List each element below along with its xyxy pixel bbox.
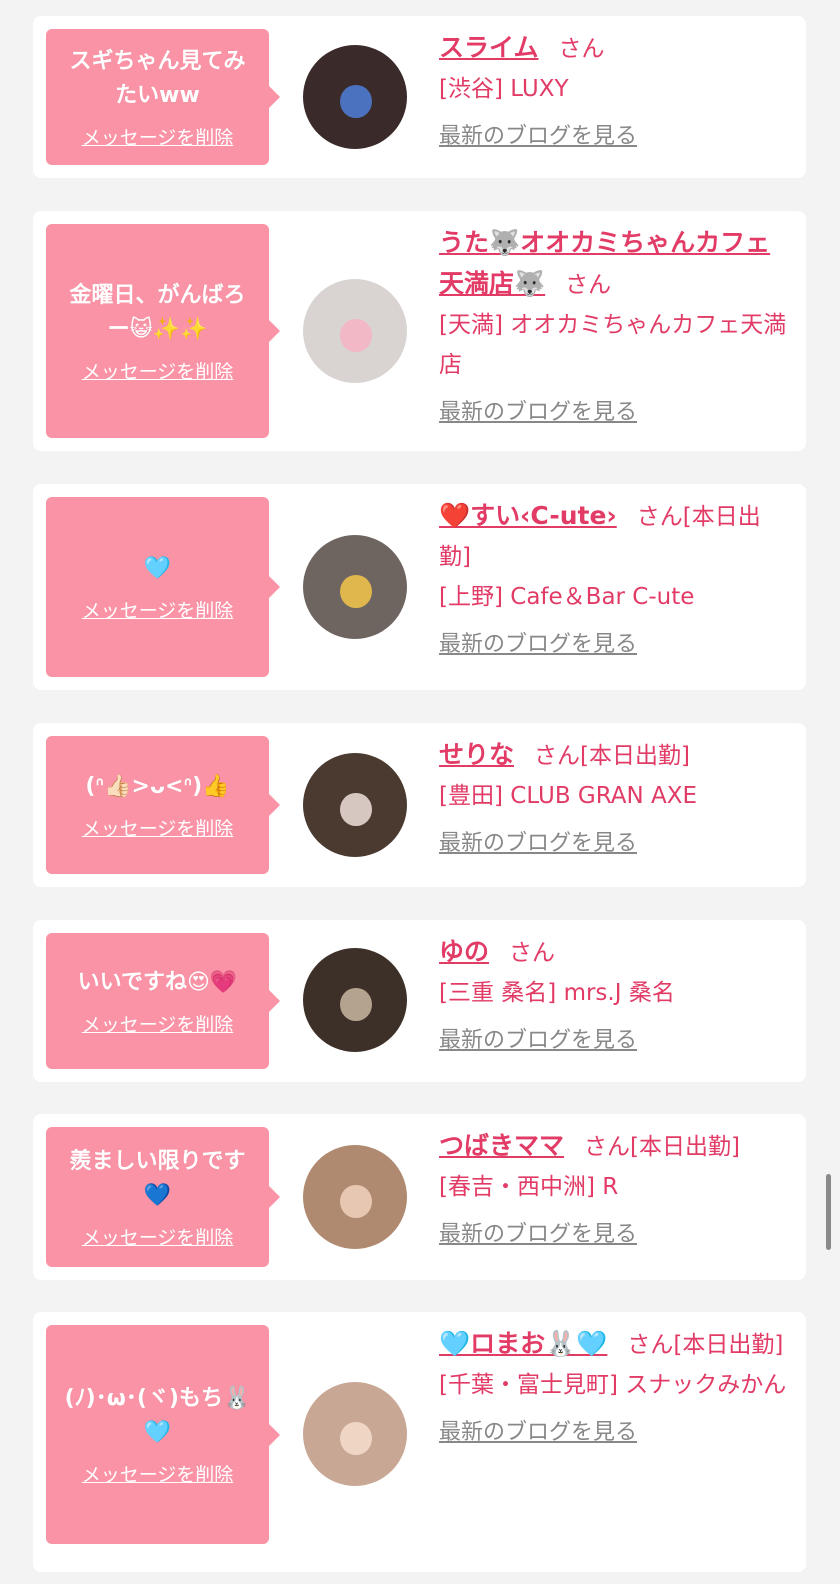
profile-info: せりな さん[本日出勤] [豊田] CLUB GRAN AXE 最新のブログを見る: [439, 735, 791, 864]
message-bubble: 金曜日、がんばろ ー😺✨✨ メッセージを削除: [46, 224, 280, 438]
shop-label: [春吉・西中洲] R: [439, 1174, 619, 1200]
message-bubble: (ᐢ👍🏻>ᴗ<ᐢ)👍 メッセージを削除: [46, 736, 280, 874]
avatar-photo: [340, 1421, 372, 1455]
latest-blog-link[interactable]: 最新のブログを見る: [439, 393, 791, 433]
honorific: さん: [565, 272, 612, 298]
message-bubble: 羨ましい限りです 💙 メッセージを削除: [46, 1127, 280, 1267]
profile-info: ❤️すい‹C-ute› さん[本日出勤] [上野] Cafe＆Bar C-ute …: [439, 496, 791, 665]
list-item: 羨ましい限りです 💙 メッセージを削除 つばきママ さん[本日出勤] [春吉・西中…: [33, 1114, 806, 1280]
profile-info: スライム さん [渋谷] LUXY 最新のブログを見る: [439, 28, 791, 157]
list-item: (ᐢ👍🏻>ᴗ<ᐢ)👍 メッセージを削除 せりな さん[本日出勤] [豊田] CLU…: [33, 723, 806, 887]
honorific: さん[本日出勤]: [627, 1332, 784, 1358]
profile-name-link[interactable]: せりな: [439, 740, 514, 769]
profile-info: うた🐺オオカミちゃんカフェ天満店🐺 さん [天満] オオカミちゃんカフェ天満店 最…: [439, 223, 791, 433]
message-text: いいですね😍💗: [77, 969, 238, 995]
avatar[interactable]: [303, 753, 407, 857]
latest-blog-link[interactable]: 最新のブログを見る: [439, 1413, 791, 1453]
latest-blog-link[interactable]: 最新のブログを見る: [439, 625, 791, 665]
avatar[interactable]: [303, 535, 407, 639]
avatar[interactable]: [303, 1145, 407, 1249]
avatar[interactable]: [303, 279, 407, 383]
message-bubble: (ﾉ)･ω･(ヾ)もち🐰 🩵 メッセージを削除: [46, 1325, 280, 1544]
avatar[interactable]: [303, 1382, 407, 1486]
latest-blog-link[interactable]: 最新のブログを見る: [439, 1215, 791, 1255]
profile-name-link[interactable]: ❤️すい‹C-ute›: [439, 501, 617, 530]
profile-info: 🩵ロまお🐰🩵 さん[本日出勤] [千葉・富士見町] スナックみかん 最新のブログを…: [439, 1324, 791, 1453]
avatar-photo: [340, 318, 372, 352]
shop-label: [三重 桑名] mrs.J 桑名: [439, 980, 675, 1006]
latest-blog-link[interactable]: 最新のブログを見る: [439, 1021, 791, 1061]
list-item: (ﾉ)･ω･(ヾ)もち🐰 🩵 メッセージを削除 🩵ロまお🐰🩵 さん[本日出勤] […: [33, 1312, 806, 1572]
message-text: (ᐢ👍🏻>ᴗ<ᐢ)👍: [85, 773, 230, 799]
honorific: さん[本日出勤]: [534, 743, 690, 769]
profile-name-link[interactable]: つばきママ: [439, 1131, 564, 1160]
message-text: スギちゃん見てみ たいww: [69, 48, 246, 108]
message-bubble: 🩵 メッセージを削除: [46, 497, 280, 677]
delete-message-link[interactable]: メッセージを削除: [82, 1460, 234, 1487]
message-bubble: スギちゃん見てみ たいww メッセージを削除: [46, 29, 280, 165]
delete-message-link[interactable]: メッセージを削除: [82, 123, 234, 150]
message-text: (ﾉ)･ω･(ヾ)もち🐰 🩵: [64, 1386, 251, 1445]
profile-info: つばきママ さん[本日出勤] [春吉・西中洲] R 最新のブログを見る: [439, 1126, 791, 1255]
message-text: 金曜日、がんばろ ー😺✨✨: [69, 282, 246, 342]
list-item: スギちゃん見てみ たいww メッセージを削除 スライム さん [渋谷] LUXY …: [33, 16, 806, 178]
shop-label: [渋谷] LUXY: [439, 76, 569, 102]
avatar-photo: [340, 574, 372, 608]
honorific: さん[本日出勤]: [584, 1134, 740, 1160]
latest-blog-link[interactable]: 最新のブログを見る: [439, 117, 791, 157]
shop-label: [千葉・富士見町] スナックみかん: [439, 1372, 787, 1398]
honorific: さん: [558, 36, 605, 62]
list-item: 🩵 メッセージを削除 ❤️すい‹C-ute› さん[本日出勤] [上野] Cafe…: [33, 484, 806, 690]
shop-label: [豊田] CLUB GRAN AXE: [439, 783, 698, 809]
honorific: さん: [509, 940, 556, 966]
scrollbar[interactable]: [826, 1174, 831, 1250]
latest-blog-link[interactable]: 最新のブログを見る: [439, 824, 791, 864]
message-text: 羨ましい限りです 💙: [69, 1148, 246, 1208]
delete-message-link[interactable]: メッセージを削除: [82, 814, 234, 841]
shop-label: [天満] オオカミちゃんカフェ天満店: [439, 312, 787, 378]
delete-message-link[interactable]: メッセージを削除: [82, 1223, 234, 1250]
message-text: 🩵: [143, 555, 172, 581]
delete-message-link[interactable]: メッセージを削除: [82, 1010, 234, 1037]
avatar-photo: [340, 987, 372, 1021]
message-bubble: いいですね😍💗 メッセージを削除: [46, 933, 280, 1069]
list-item: 金曜日、がんばろ ー😺✨✨ メッセージを削除 うた🐺オオカミちゃんカフェ天満店🐺…: [33, 211, 806, 451]
avatar[interactable]: [303, 45, 407, 149]
avatar-photo: [340, 792, 372, 826]
avatar-photo: [340, 84, 372, 118]
profile-name-link[interactable]: 🩵ロまお🐰🩵: [439, 1329, 607, 1358]
profile-name-link[interactable]: ゆの: [439, 937, 489, 966]
delete-message-link[interactable]: メッセージを削除: [82, 357, 234, 384]
avatar-photo: [340, 1184, 372, 1218]
avatar[interactable]: [303, 948, 407, 1052]
delete-message-link[interactable]: メッセージを削除: [82, 596, 234, 623]
shop-label: [上野] Cafe＆Bar C-ute: [439, 584, 695, 610]
profile-name-link[interactable]: スライム: [439, 33, 539, 62]
list-item: いいですね😍💗 メッセージを削除 ゆの さん [三重 桑名] mrs.J 桑名 最…: [33, 920, 806, 1082]
profile-info: ゆの さん [三重 桑名] mrs.J 桑名 最新のブログを見る: [439, 932, 791, 1061]
